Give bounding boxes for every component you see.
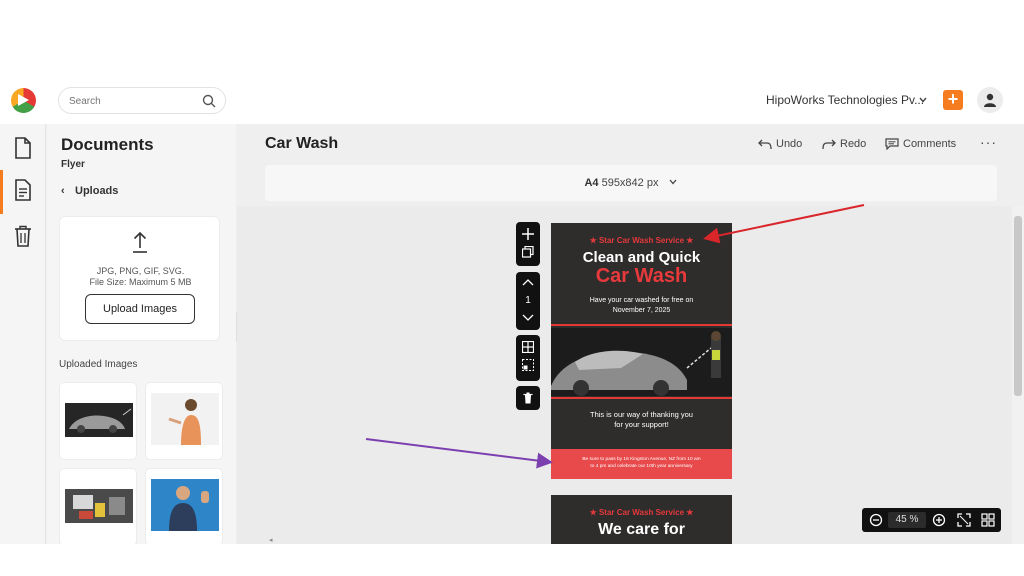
uploaded-image-car-wash[interactable] xyxy=(59,382,137,460)
vertical-scrollbar[interactable] xyxy=(1012,206,1024,544)
woman-image xyxy=(151,393,219,445)
zoom-level[interactable]: 45 % xyxy=(888,512,926,528)
search-icon[interactable] xyxy=(202,94,216,108)
uploaded-image-man[interactable] xyxy=(145,468,223,544)
upload-icon xyxy=(133,231,147,253)
page-add-toolbar xyxy=(516,222,540,266)
chevron-down-icon xyxy=(669,179,677,185)
sidebar-item-files[interactable] xyxy=(0,170,46,214)
upload-dropzone[interactable]: JPG, PNG, GIF, SVG. File Size: Maximum 5… xyxy=(59,216,220,341)
chevron-up-icon[interactable] xyxy=(522,278,534,286)
user-icon xyxy=(984,93,996,107)
document-title[interactable]: Car Wash xyxy=(265,135,338,153)
offer-line-2: November 7, 2025 xyxy=(612,307,671,314)
uploaded-image-woman[interactable] xyxy=(145,382,223,460)
scroll-left-icon[interactable]: ◂ xyxy=(269,536,273,544)
page-layout-toolbar xyxy=(516,335,540,381)
band-line-2: to 4 pm and celebrate our 10th year anni… xyxy=(590,464,693,469)
page-size-selector[interactable]: A4 595x842 px xyxy=(265,165,997,201)
uploaded-images-heading: Uploaded Images xyxy=(59,359,138,370)
sidebar-item-documents[interactable] xyxy=(0,128,46,166)
page-number: 1 xyxy=(525,295,531,306)
comment-icon xyxy=(885,138,899,151)
page-size-label: A4 595x842 px xyxy=(265,177,997,189)
man-image xyxy=(151,479,219,531)
panel-title: Documents xyxy=(61,135,154,154)
flyer-headline-accent[interactable]: Car Wash xyxy=(551,265,732,288)
sidebar-item-trash[interactable] xyxy=(0,216,46,254)
icon-sidebar xyxy=(0,124,46,544)
comments-label: Comments xyxy=(903,138,957,150)
organization-name[interactable]: HipoWorks Technologies Pv... xyxy=(766,93,924,107)
upload-images-button[interactable]: Upload Images xyxy=(85,294,195,324)
uploads-label: Uploads xyxy=(75,185,119,197)
flyer-brand-text[interactable]: ★ Star Car Wash Service ★ xyxy=(551,236,732,245)
chevron-left-icon: ‹ xyxy=(61,185,65,197)
redo-button[interactable]: Redo xyxy=(822,138,866,150)
app-logo[interactable] xyxy=(11,88,36,113)
delete-page-toolbar xyxy=(516,386,540,410)
zoom-in-icon[interactable] xyxy=(932,513,946,527)
fit-screen-icon[interactable] xyxy=(957,513,971,527)
uploaded-image-cleaning[interactable] xyxy=(59,468,137,544)
car-wash-image xyxy=(65,403,133,437)
flyer-divider-top xyxy=(551,324,732,326)
redo-icon xyxy=(822,139,836,150)
documents-panel: Documents Flyer ‹ Uploads JPG, PNG, GIF, … xyxy=(47,124,236,544)
flyer-offer-text[interactable]: Have your car washed for free on Novembe… xyxy=(561,296,722,316)
flyer-thanks-text[interactable]: This is our way of thanking you for your… xyxy=(561,410,722,430)
create-button[interactable]: + xyxy=(943,90,963,110)
accepted-formats: JPG, PNG, GIF, SVG. xyxy=(96,266,185,276)
flyer-footer-text: Be sure to pass by 16 Kingston Avenue, N… xyxy=(559,456,724,470)
search-box[interactable] xyxy=(58,87,226,114)
uploads-back-link[interactable]: ‹ Uploads xyxy=(61,185,118,197)
grid-view-icon[interactable] xyxy=(981,513,995,527)
flyer-headline[interactable]: Clean and Quick xyxy=(551,249,732,266)
page-format: A4 xyxy=(584,177,599,189)
zoom-out-icon[interactable] xyxy=(869,513,883,527)
document-icon xyxy=(15,137,31,159)
add-page-icon[interactable] xyxy=(522,228,534,240)
vertical-scroll-thumb[interactable] xyxy=(1014,216,1022,396)
flyer-car-wash-photo[interactable] xyxy=(551,328,732,396)
comments-button[interactable]: Comments xyxy=(885,138,957,151)
select-page-icon[interactable] xyxy=(522,359,534,371)
flyer2-brand-text[interactable]: ★ Star Car Wash Service ★ xyxy=(551,508,732,517)
page-navigation: 1 xyxy=(516,272,540,330)
trash-icon[interactable] xyxy=(523,392,533,404)
screenshot-frame: HipoWorks Technologies Pv... + Documents… xyxy=(0,0,1024,576)
undo-button[interactable]: Undo xyxy=(758,138,802,150)
flyer-footer-band[interactable]: Be sure to pass by 16 Kingston Avenue, N… xyxy=(551,449,732,479)
grid-icon[interactable] xyxy=(522,341,534,353)
chevron-down-icon[interactable] xyxy=(918,95,928,105)
document-text-icon xyxy=(15,179,31,201)
more-options-icon[interactable]: ··· xyxy=(980,134,997,150)
user-avatar[interactable] xyxy=(977,87,1003,113)
flyer-divider-bottom xyxy=(551,397,732,399)
page-dimensions: 595x842 px xyxy=(601,177,659,189)
undo-icon xyxy=(758,139,772,150)
zoom-controls: 45 % xyxy=(862,508,1001,532)
trash-icon xyxy=(15,225,31,247)
chevron-down-icon[interactable] xyxy=(522,314,534,322)
max-file-size: File Size: Maximum 5 MB xyxy=(89,277,192,287)
search-input[interactable] xyxy=(69,92,199,110)
duplicate-page-icon[interactable] xyxy=(522,246,534,258)
top-bar: HipoWorks Technologies Pv... + xyxy=(0,80,1024,124)
horizontal-scrollbar[interactable]: ◂ xyxy=(237,536,1012,544)
panel-subtitle: Flyer xyxy=(61,159,85,170)
thanks-line-2: for your support! xyxy=(614,420,669,429)
offer-line-1: Have your car washed for free on xyxy=(589,297,694,304)
redo-label: Redo xyxy=(840,138,867,150)
flyer-page-1[interactable]: ★ Star Car Wash Service ★ Clean and Quic… xyxy=(551,223,732,479)
undo-label: Undo xyxy=(776,138,803,150)
cleaning-supplies-image xyxy=(65,489,133,523)
app-window: HipoWorks Technologies Pv... + Documents… xyxy=(0,80,1024,544)
band-line-1: Be sure to pass by 16 Kingston Avenue, N… xyxy=(582,457,701,462)
thanks-line-1: This is our way of thanking you xyxy=(590,410,693,419)
